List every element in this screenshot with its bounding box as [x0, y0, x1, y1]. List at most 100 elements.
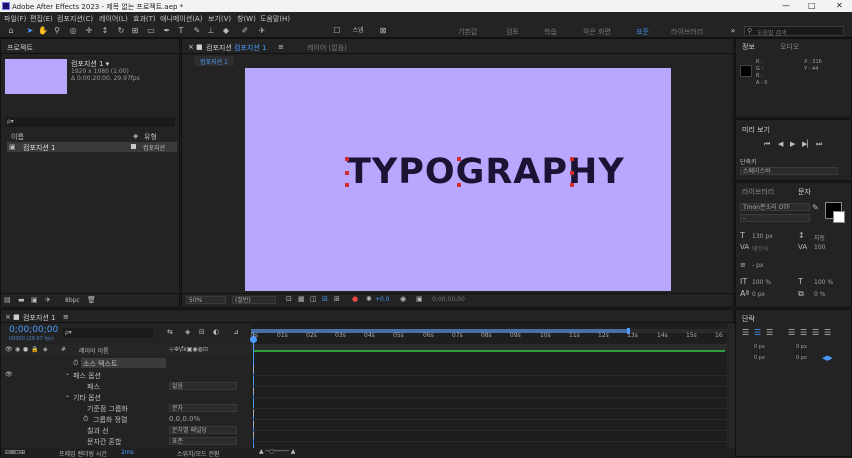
align-center-icon[interactable]: ☰ [754, 328, 761, 337]
motion-blur-icon[interactable]: ◐ [213, 328, 219, 336]
font-size-value[interactable]: 130 px [752, 233, 773, 240]
breadcrumb-comp[interactable]: 컴포지션 1 [200, 59, 228, 66]
tab-info[interactable]: 정보 [742, 42, 755, 52]
property-row[interactable]: 기준점 그룹화 문자 [1, 403, 251, 414]
grid-icon[interactable]: ⊞ [334, 295, 340, 303]
tab-paragraph[interactable]: 단락 [742, 314, 755, 324]
zoom-dropdown[interactable]: 50% [186, 296, 226, 304]
tab-libraries[interactable]: 라이브러리 [742, 187, 774, 197]
justify-all-icon[interactable]: ☰ [824, 328, 831, 337]
rotate-tool-icon[interactable]: ↻ [116, 26, 126, 36]
stamp-tool-icon[interactable]: ⊥ [206, 26, 216, 36]
next-frame-icon[interactable]: ▶▏ [802, 140, 813, 148]
workspace-learn[interactable]: 학습 [544, 27, 557, 37]
timeline-search[interactable]: ⍴▾ [63, 328, 153, 338]
lock-toggle-icon[interactable]: 🔒 [31, 346, 38, 353]
bbox-handle[interactable] [345, 157, 349, 161]
new-comp-icon[interactable]: ▣ [31, 296, 38, 304]
mask-visibility-icon[interactable]: ◫ [310, 295, 317, 303]
property-value[interactable]: 0.0,0.0% [169, 415, 200, 423]
zoom-tool-icon[interactable]: ⚲ [52, 26, 62, 36]
expand-arrow-icon[interactable]: ⌄ [65, 370, 70, 377]
property-dropdown[interactable]: 없음 [169, 382, 237, 390]
col-layer-name[interactable]: 레이어 이름 [79, 346, 109, 355]
baseline-shift-value[interactable]: 0 px [752, 291, 765, 298]
timeline-search-input[interactable]: ⍴▾ [65, 329, 72, 336]
stroke-width-value[interactable]: - px [752, 262, 763, 269]
col-type[interactable]: 유형 [144, 132, 157, 142]
eyedropper-icon[interactable]: ✎ [812, 203, 819, 212]
exposure-icon[interactable]: ✺ [366, 295, 372, 303]
stroke-color-swatch[interactable] [833, 211, 845, 223]
comp-canvas[interactable]: TYPOGRAPHY [245, 68, 671, 291]
property-row[interactable]: ⏱ 그룹화 정렬 0.0,0.0% [1, 414, 251, 425]
tab-composition-name[interactable]: 컴포지션 1 [234, 43, 266, 53]
tab-menu-icon[interactable]: ≡ [278, 43, 284, 51]
space-before-value[interactable]: 0 px [796, 355, 807, 361]
orbit-tool-icon[interactable]: ◎ [68, 26, 78, 36]
align-left-icon[interactable]: ☰ [742, 328, 749, 337]
help-search[interactable]: ⚲ 도움말 검색 [744, 26, 844, 37]
overflow-icon[interactable]: » [728, 26, 738, 36]
font-style-dropdown[interactable]: - [740, 214, 810, 222]
comp-mini-flowchart-icon[interactable]: ⇆ [167, 328, 173, 336]
property-dropdown[interactable]: 문자별 패널당 [169, 426, 237, 434]
workspace-review[interactable]: 검토 [506, 27, 519, 37]
justify-right-icon[interactable]: ☰ [812, 328, 819, 337]
bbox-handle[interactable] [570, 171, 574, 175]
interpret-footage-icon[interactable]: ▤ [4, 296, 11, 304]
justify-icon[interactable]: ☰ [788, 328, 795, 337]
menu-composition[interactable]: 컴포지션(C) [57, 14, 93, 24]
canvas-text-layer[interactable]: TYPOGRAPHY [347, 152, 625, 192]
shy-layers-icon[interactable]: ⊟ [199, 328, 205, 336]
justify-center-icon[interactable]: ☰ [800, 328, 807, 337]
last-frame-icon[interactable]: ⏭ [816, 140, 822, 149]
project-search-input[interactable]: ⍴▾ [7, 118, 14, 125]
keyframe-marker[interactable] [253, 421, 254, 427]
selection-tool-icon[interactable]: ➤ [25, 26, 35, 36]
property-row[interactable]: 칠과 선 문자별 패널당 [1, 425, 251, 436]
menu-window[interactable]: 창(W) [237, 14, 256, 24]
align-icon[interactable]: ☐ [332, 26, 342, 36]
video-toggle-icon[interactable]: 👁 [5, 346, 13, 353]
comp-timecode[interactable]: 0;00;00;00 [432, 296, 465, 303]
snap-icon[interactable]: ⊠ [378, 26, 388, 36]
bbox-handle[interactable] [345, 183, 349, 187]
tracking-value[interactable]: 100 [814, 244, 825, 251]
property-dropdown[interactable]: 문자 [169, 404, 237, 412]
channel-icon[interactable]: ● [352, 295, 358, 303]
property-row[interactable]: 문자간 혼합 표준 [1, 436, 251, 447]
bbox-handle[interactable] [457, 157, 461, 161]
pan-tool-icon[interactable]: ✛ [84, 26, 94, 36]
align-right-icon[interactable]: ☰ [766, 328, 773, 337]
close-tab-icon[interactable]: × [188, 43, 194, 51]
keyframe-marker[interactable] [253, 388, 254, 394]
property-row[interactable]: ⏱ 소스 텍스트 [1, 358, 251, 369]
hand-tool-icon[interactable]: ✋ [38, 26, 48, 36]
menu-effect[interactable]: 효과(T) [133, 14, 156, 24]
indent-right-value[interactable]: 0 px [796, 344, 807, 350]
project-item-row[interactable]: ▣ 컴포지션 1 컴포지션 [7, 142, 177, 152]
font-dropdown[interactable]: Tmon몬소리 OTF [740, 203, 810, 211]
menu-help[interactable]: 도움말(H) [260, 14, 290, 24]
property-row[interactable]: 패스 없음 [1, 381, 251, 392]
tab-audio[interactable]: 오디오 [780, 42, 799, 52]
snapshot-icon[interactable]: ◉ [400, 295, 406, 303]
eye-icon[interactable]: 👁 [5, 371, 13, 378]
tsume-value[interactable]: 0 % [814, 291, 825, 298]
layer-number-header[interactable]: # [61, 346, 66, 353]
timeline-scrollbar[interactable] [727, 324, 735, 448]
workspace-default[interactable]: 기본값 [458, 27, 477, 37]
kerning-value[interactable]: 메트릭 [752, 244, 769, 253]
new-folder-icon[interactable]: ▬ [18, 296, 25, 304]
keyframe-marker[interactable] [253, 432, 254, 438]
type-tool-icon[interactable]: T [176, 26, 186, 36]
project-search[interactable]: ⍴▾ [5, 117, 175, 127]
property-dropdown[interactable]: 표준 [169, 437, 237, 445]
delete-icon[interactable]: 🗑 [87, 296, 96, 304]
tab-project[interactable]: 프로젝트 [7, 43, 33, 53]
bpc-indicator[interactable]: 8bpc [65, 297, 80, 304]
breadcrumb[interactable]: 컴포지션 1 [194, 56, 234, 66]
switches-header-icon[interactable]: ⊹✲\fx▣◉◍⊡ [169, 346, 208, 353]
menu-animation[interactable]: 애니메이션(A) [160, 14, 202, 24]
